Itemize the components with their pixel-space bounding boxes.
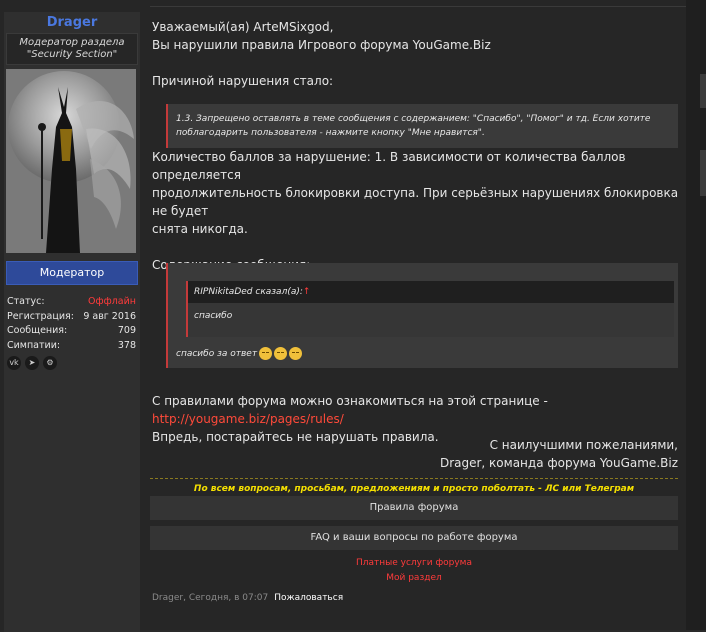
stat-row: Регистрация: 9 авг 2016 [4,310,140,325]
quote-body: спасибо [194,311,233,321]
quote-jump-arrow-icon[interactable]: ↑ [303,287,311,297]
content-quote: RIPNikitaDed сказал(а):↑ спасибо спасибо… [166,263,678,368]
stat-value[interactable]: 709 [118,324,136,339]
points-line: Количество баллов за нарушение: 1. В зав… [152,150,626,182]
closing-signature: С наилучшими пожеланиями, Drager, команд… [150,436,678,472]
contact-note: По всем вопросам, просьбам, предложениям… [193,484,635,494]
stat-row: Симпатии: 378 [4,339,140,354]
edge-marker [700,150,706,196]
username-link[interactable]: Drager [4,12,140,31]
stat-value: 9 авг 2016 [83,310,136,322]
rules-link[interactable]: http://yougame.biz/pages/rules/ [152,412,344,426]
user-title-line2: "Security Section" [26,49,118,60]
post-meta[interactable]: Drager, Сегодня, в 07:07 [152,593,268,603]
user-panel: Drager Модератор раздела "Security Secti… [4,12,140,632]
stat-label: Статус: [7,296,45,307]
points-line: продолжительность блокировки доступа. Пр… [152,186,679,218]
rules-prefix: С правилами форума можно ознакомиться на… [152,394,548,408]
points-line: снята никогда. [152,222,248,236]
sig-line1: С наилучшими пожеланиями, [489,438,678,452]
stat-value: Оффлайн [87,296,136,307]
quote-author[interactable]: RIPNikitaDed сказал(а): [194,287,303,297]
stat-label: Регистрация: [7,310,74,322]
signature-divider [150,478,678,479]
sad-emoji-icon [259,347,273,360]
quote-header: RIPNikitaDed сказал(а):↑ [188,281,674,303]
reply-text: спасибо за ответ [176,348,258,359]
role-badge[interactable]: Модератор [6,261,138,285]
stat-row: Статус: Оффлайн [4,295,140,310]
telegram-icon[interactable]: ➤ [25,356,39,370]
rules-line: С правилами форума можно ознакомиться на… [152,392,680,428]
message-body: Уважаемый(ая) ArteMSixgod, Вы нарушили п… [152,18,680,446]
reason-label: Причиной нарушения стало: [152,74,334,88]
my-section-link[interactable]: Мой раздел [150,573,678,583]
divider [150,6,686,7]
quoted-reply: спасибо за ответ [176,347,303,360]
sad-emoji-icon [274,347,288,360]
social-links: vk ➤ ⚙ [7,356,140,370]
user-stats: Статус: Оффлайн Регистрация: 9 авг 2016 … [4,295,140,353]
avatar-image [6,69,136,253]
nested-quote: RIPNikitaDed сказал(а):↑ спасибо [186,281,674,337]
post-footer: Drager, Сегодня, в 07:07 Пожаловаться [152,593,343,603]
greeting: Уважаемый(ая) ArteMSixgod, [152,20,334,34]
paid-services-link[interactable]: Платные услуги форума [150,558,678,568]
violation-text: Вы нарушили правила Игрового форума YouG… [152,38,491,52]
steam-icon[interactable]: ⚙ [43,356,57,370]
faq-button[interactable]: FAQ и ваши вопросы по работе форума [150,526,678,550]
stat-label: Сообщения: [7,325,68,336]
sig-line2: Drager, команда форума YouGame.Biz [439,456,678,470]
avatar[interactable] [6,69,136,253]
report-link[interactable]: Пожаловаться [274,593,343,603]
stat-row: Сообщения: 709 [4,324,140,339]
sad-emoji-icon [289,347,303,360]
user-title-line1: Модератор раздела [19,37,125,48]
vk-icon[interactable]: vk [7,356,21,370]
user-title: Модератор раздела "Security Section" [6,33,138,65]
rule-quote: 1.3. Запрещено оставлять в теме сообщени… [166,104,678,148]
forum-rules-button[interactable]: Правила форума [150,496,678,520]
right-edge-panel [686,0,706,630]
stat-value[interactable]: 378 [118,339,136,354]
stat-label: Симпатии: [7,339,61,351]
edge-marker [700,74,706,108]
